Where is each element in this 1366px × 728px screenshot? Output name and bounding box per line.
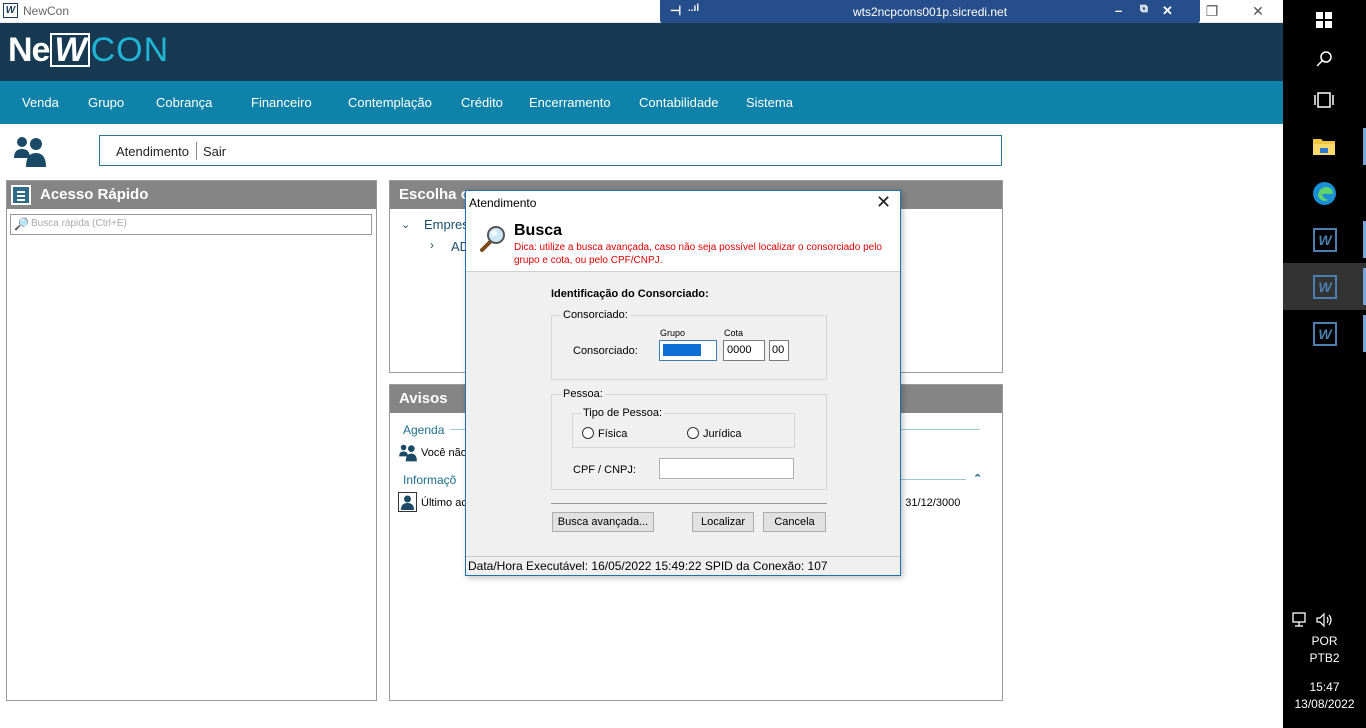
- newcon-app-icon: W: [1313, 228, 1337, 252]
- users-icon[interactable]: [12, 134, 48, 168]
- users-icon: [399, 444, 417, 462]
- consorciado-field-label: Consorciado:: [573, 345, 638, 357]
- window-title: NewCon: [23, 4, 70, 18]
- dialog-banner: Busca Dica: utilize a busca avançada, ca…: [466, 216, 900, 272]
- network-icon[interactable]: [1292, 612, 1310, 628]
- identification-title: Identificação do Consorciado:: [551, 288, 709, 300]
- clock-time[interactable]: 15:47: [1283, 680, 1366, 694]
- fisica-label: Física: [598, 428, 628, 440]
- acesso-rapido-panel: Acesso Rápido 🔎 Busca rápida (Ctrl+E): [6, 180, 377, 701]
- newcon-app-icon: W: [1313, 322, 1337, 346]
- grupo-input[interactable]: [659, 340, 717, 361]
- dialog-close-button[interactable]: ✕: [876, 192, 891, 213]
- informacoes-section-label: Informaçõ: [403, 473, 457, 487]
- sair-link[interactable]: Sair: [203, 144, 226, 159]
- consorciado-group: Consorciado: Grupo Cota Consorciado: 000…: [551, 309, 827, 380]
- folder-icon: [1313, 139, 1335, 155]
- fisica-radio[interactable]: [582, 427, 594, 439]
- juridica-label: Jurídica: [703, 428, 742, 440]
- menu-sistema[interactable]: Sistema: [746, 95, 793, 110]
- cota-input[interactable]: 0000: [723, 340, 765, 361]
- taskbar-newcon-2[interactable]: W: [1283, 263, 1366, 310]
- atendimento-link[interactable]: Atendimento: [116, 144, 189, 159]
- app-icon: W: [3, 3, 18, 18]
- chevron-down-icon[interactable]: ⌄: [401, 218, 410, 231]
- search-icon: 🔎: [14, 217, 29, 231]
- search-button[interactable]: [1283, 37, 1366, 84]
- menu-list-icon[interactable]: [11, 185, 31, 205]
- search-icon: [1316, 51, 1332, 67]
- cpf-cnpj-input[interactable]: [659, 458, 794, 479]
- group-legend: Consorciado:: [561, 309, 630, 321]
- dialog-tip: Dica: utilize a busca avançada, caso não…: [514, 242, 882, 266]
- menu-encerramento[interactable]: Encerramento: [529, 95, 611, 110]
- taskbar-file-explorer[interactable]: [1283, 123, 1366, 170]
- rdp-restore-button[interactable]: ⧉: [1140, 3, 1148, 16]
- last-access-text: Último ac: [421, 497, 467, 509]
- rdp-close-button[interactable]: ✕: [1162, 3, 1173, 19]
- volume-icon[interactable]: [1316, 612, 1334, 628]
- text-selection: [663, 344, 701, 356]
- juridica-radio[interactable]: [687, 427, 699, 439]
- quick-search-input[interactable]: 🔎 Busca rápida (Ctrl+E): [10, 214, 372, 235]
- clock-date[interactable]: 13/08/2022: [1283, 697, 1366, 711]
- menu-financeiro[interactable]: Financeiro: [251, 95, 312, 110]
- search-placeholder: Busca rápida (Ctrl+E): [31, 218, 127, 229]
- task-view-button[interactable]: [1283, 78, 1366, 125]
- magnifier-icon: [480, 226, 505, 252]
- edge-browser-icon: [1313, 182, 1336, 205]
- keyboard-layout[interactable]: PTB2: [1283, 651, 1366, 665]
- digito-input[interactable]: 00: [769, 340, 789, 361]
- menu-contemplacao[interactable]: Contemplação: [348, 95, 432, 110]
- divider: [551, 503, 827, 504]
- group-legend: Pessoa:: [561, 388, 605, 400]
- busca-avancada-button[interactable]: Busca avançada...: [552, 512, 654, 532]
- cancela-button[interactable]: Cancela: [763, 512, 826, 532]
- localizar-button[interactable]: Localizar: [692, 512, 754, 532]
- tipo-pessoa-group: Tipo de Pessoa: Física Jurídica: [572, 407, 795, 448]
- taskbar-newcon-1[interactable]: W: [1283, 216, 1366, 263]
- taskbar-newcon-3[interactable]: W: [1283, 310, 1366, 357]
- menu-cobranca[interactable]: Cobrança: [156, 95, 212, 110]
- dialog-title: Atendimento: [469, 196, 537, 210]
- divider: [196, 142, 197, 160]
- newcon-app-icon: W: [1313, 275, 1337, 299]
- panel-title: Acesso Rápido: [40, 186, 149, 203]
- rdp-minimize-button[interactable]: –: [1115, 3, 1122, 18]
- dialog-status-bar: Data/Hora Executável: 16/05/2022 15:49:2…: [466, 556, 900, 575]
- rdp-connection-bar: ⊣ ..ıl wts2ncpcons001p.sicredi.net – ⧉ ✕: [660, 0, 1200, 24]
- taskbar-edge[interactable]: [1283, 170, 1366, 217]
- agenda-message: Você não: [421, 447, 467, 459]
- divider: [900, 479, 966, 480]
- pessoa-group: Pessoa: Tipo de Pessoa: Física Jurídica …: [551, 388, 827, 490]
- grupo-label: Grupo: [660, 328, 686, 338]
- cota-label: Cota: [724, 328, 744, 338]
- task-view-icon: [1314, 92, 1334, 108]
- app-header: Ne W CON: [0, 23, 1283, 81]
- language-indicator[interactable]: POR: [1283, 634, 1366, 648]
- menu-venda[interactable]: Venda: [22, 95, 59, 110]
- windows-icon: [1316, 12, 1332, 28]
- cpf-cnpj-label: CPF / CNPJ:: [573, 464, 636, 476]
- main-menu: Venda Grupo Cobrança Financeiro Contempl…: [0, 81, 1283, 124]
- newcon-logo: Ne W CON: [8, 31, 170, 69]
- busca-dialog: Atendimento ✕ Busca Dica: utilize a busc…: [465, 190, 901, 576]
- window-close-button[interactable]: ✕: [1238, 1, 1278, 21]
- taskbar: W W W POR PTB2 15:47 13/08/2022: [1283, 0, 1366, 728]
- chevron-right-icon[interactable]: ›: [430, 238, 434, 252]
- menu-contabilidade[interactable]: Contabilidade: [639, 95, 719, 110]
- menu-credito[interactable]: Crédito: [461, 95, 503, 110]
- agenda-section-label: Agenda: [403, 423, 445, 437]
- dialog-title-bar: Atendimento ✕: [466, 191, 900, 216]
- user-card-icon: [398, 492, 417, 512]
- panel-header: Acesso Rápido: [7, 181, 376, 209]
- dialog-heading: Busca: [514, 222, 563, 239]
- collapse-icon[interactable]: ⌃: [973, 472, 982, 485]
- tree-root-item[interactable]: Empres: [424, 217, 469, 232]
- quick-action-bar: Atendimento Sair: [99, 135, 1002, 166]
- menu-grupo[interactable]: Grupo: [88, 95, 124, 110]
- group-legend: Tipo de Pessoa:: [581, 407, 665, 419]
